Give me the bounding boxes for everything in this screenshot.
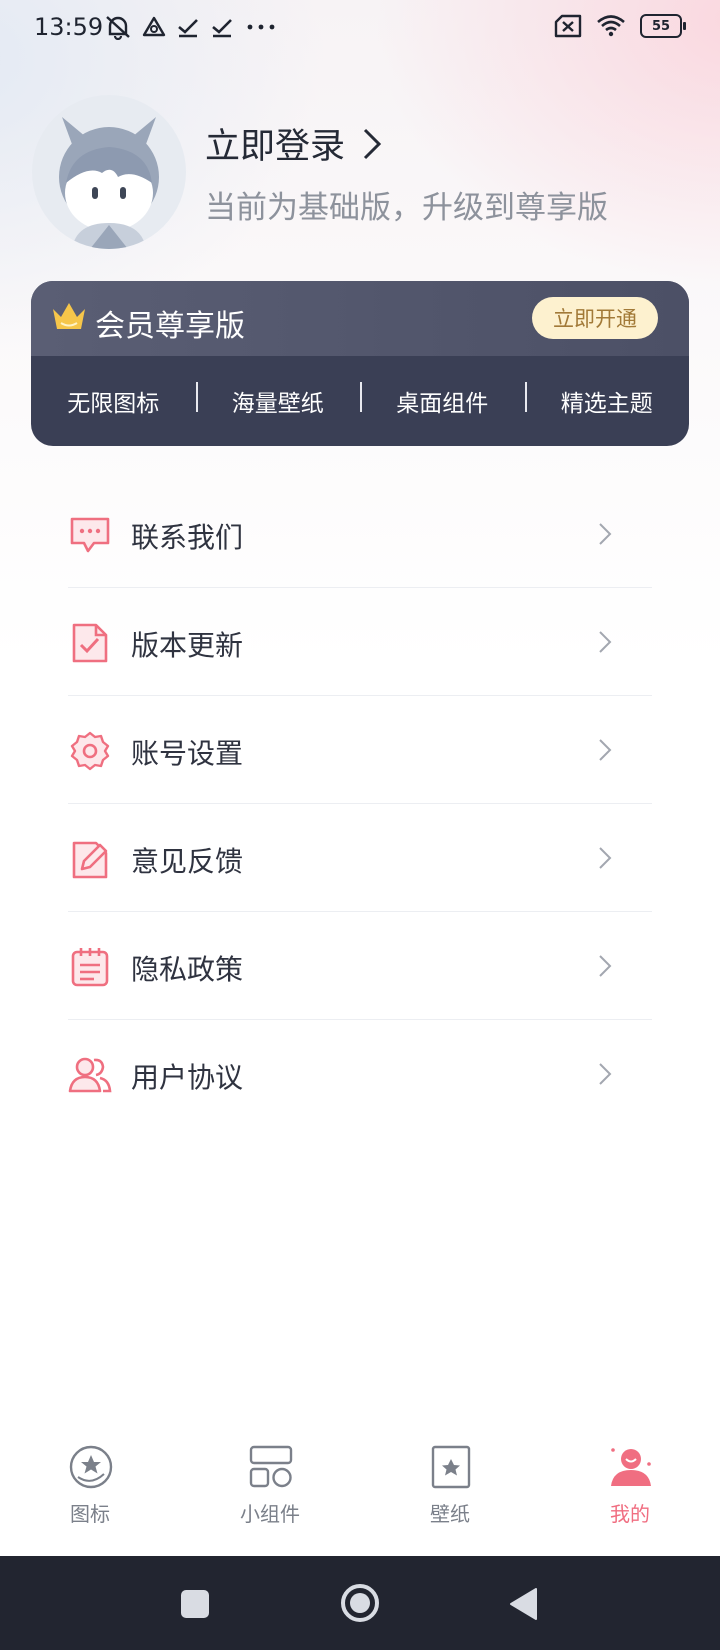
menu-label: 用户协议 [131, 1061, 244, 1094]
bottom-tab-bar: 图标 小组件 壁纸 我的 [0, 1432, 720, 1556]
chevron-right-icon [599, 847, 612, 869]
vip-card[interactable]: 会员尊享版 立即开通 无限图标 海量壁纸 桌面组件 精选主题 [31, 281, 689, 446]
sim-off-icon [554, 14, 582, 38]
avatar[interactable] [32, 95, 186, 249]
recent-apps-icon[interactable] [180, 1589, 210, 1619]
edit-icon [72, 841, 108, 879]
activate-vip-button[interactable]: 立即开通 [532, 297, 658, 339]
wifi-icon [597, 15, 625, 37]
system-navigation-bar [0, 1556, 720, 1650]
login-link[interactable]: 立即登录 [205, 118, 383, 169]
update-icon [72, 623, 108, 663]
users-icon [68, 1057, 112, 1093]
login-text: 立即登录 [205, 127, 346, 167]
vip-title: 会员尊享版 [95, 309, 245, 344]
vip-feature: 精选主题 [524, 382, 690, 418]
back-icon[interactable] [508, 1587, 538, 1621]
chevron-right-icon [599, 955, 612, 977]
home-icon[interactable] [340, 1583, 380, 1623]
crown-icon [53, 303, 85, 329]
vip-features: 无限图标 海量壁纸 桌面组件 精选主题 [31, 356, 689, 446]
menu-label: 意见反馈 [131, 845, 244, 878]
menu-item-contact[interactable]: 联系我们 [30, 480, 690, 588]
tab-label: 图标 [70, 1502, 110, 1526]
settings-menu: 联系我们 版本更新 账号设置 意见反馈 隐私政策 用户协议 [30, 480, 690, 1128]
notepad-icon [71, 948, 109, 987]
default-avatar-icon [59, 117, 159, 249]
icon-tab-icon [69, 1445, 113, 1489]
menu-label: 版本更新 [131, 629, 244, 662]
tab-profile[interactable]: 我的 [540, 1432, 720, 1556]
widget-tab-icon [249, 1445, 293, 1488]
wallpaper-tab-icon [431, 1445, 471, 1489]
vip-feature: 海量壁纸 [195, 382, 361, 418]
battery-level: 55 [651, 18, 671, 34]
chevron-right-icon [599, 631, 612, 653]
membership-status: 当前为基础版，升级到尊享版 [205, 190, 608, 226]
tab-label: 壁纸 [430, 1502, 470, 1526]
menu-item-account-settings[interactable]: 账号设置 [30, 696, 690, 804]
chevron-right-icon [599, 739, 612, 761]
status-time: 13:59 [34, 13, 104, 41]
menu-label: 隐私政策 [131, 953, 244, 986]
menu-item-feedback[interactable]: 意见反馈 [30, 804, 690, 912]
vip-feature: 无限图标 [67, 391, 160, 417]
more-icon [247, 24, 275, 30]
gear-icon [70, 731, 110, 771]
tab-label: 小组件 [240, 1502, 300, 1526]
chat-icon [70, 517, 110, 553]
tab-icons[interactable]: 图标 [0, 1432, 180, 1556]
vip-card-header: 会员尊享版 立即开通 [31, 281, 689, 356]
tab-wallpapers[interactable]: 壁纸 [360, 1432, 540, 1556]
vip-feature: 桌面组件 [360, 382, 525, 418]
menu-item-user-agreement[interactable]: 用户协议 [30, 1020, 690, 1128]
battery-icon: 55 [640, 14, 686, 38]
check-icon [212, 19, 232, 38]
chevron-right-icon [363, 128, 382, 159]
vpn-icon [142, 16, 166, 37]
tab-label: 我的 [610, 1502, 650, 1526]
mute-icon [106, 16, 130, 40]
chevron-right-icon [599, 1063, 612, 1085]
chevron-right-icon [599, 523, 612, 545]
menu-label: 账号设置 [131, 737, 244, 770]
status-bar: 13:59 55 [0, 0, 720, 56]
profile-header: 立即登录 当前为基础版，升级到尊享版 [0, 90, 720, 250]
check-icon [178, 19, 198, 38]
profile-tab-icon [611, 1448, 651, 1486]
menu-item-privacy[interactable]: 隐私政策 [30, 912, 690, 1020]
menu-label: 联系我们 [131, 521, 244, 554]
tab-widgets[interactable]: 小组件 [180, 1432, 360, 1556]
menu-item-update[interactable]: 版本更新 [30, 588, 690, 696]
